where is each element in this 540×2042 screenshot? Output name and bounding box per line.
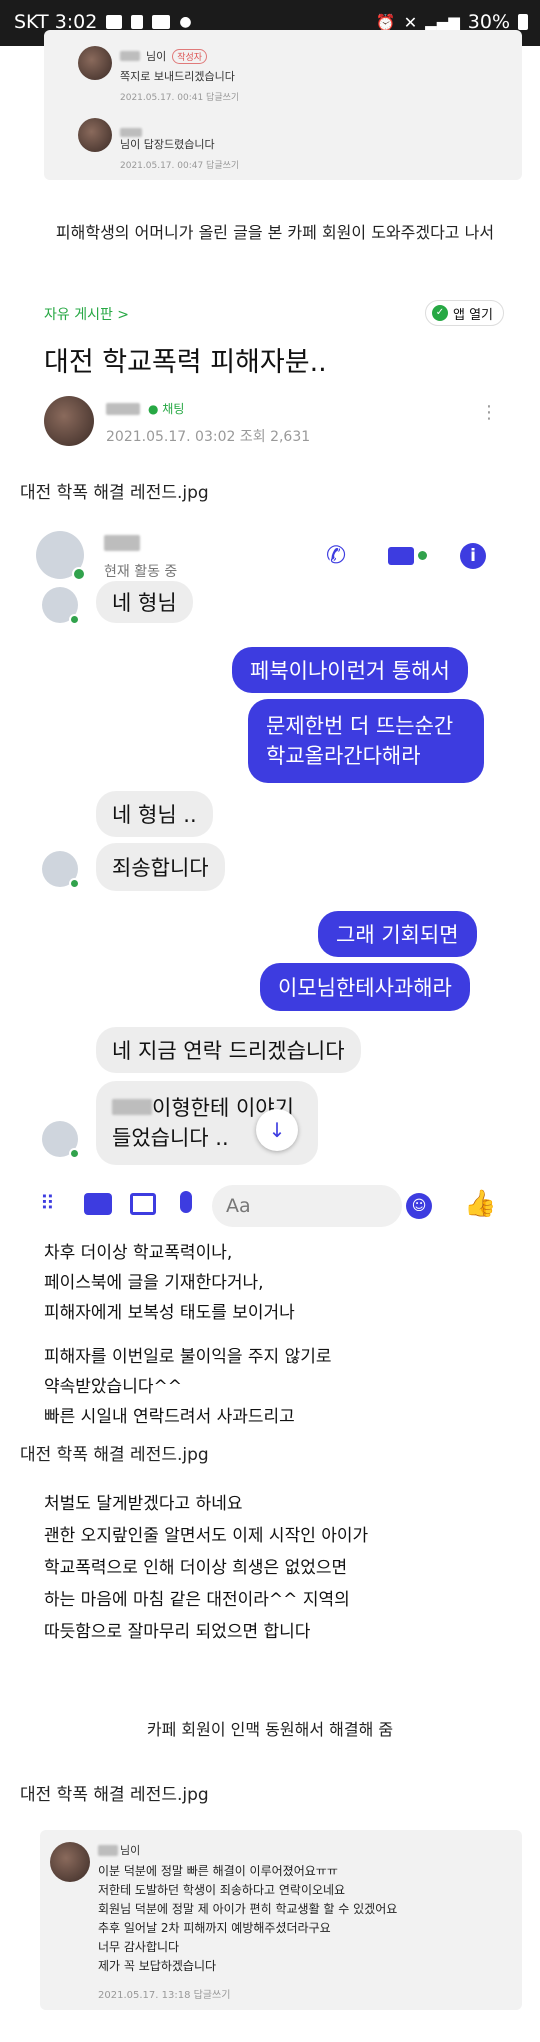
contact-name [104, 535, 140, 555]
image-caption: 대전 학폭 해결 레전드.jpg [20, 1445, 209, 1465]
comment-author: 님이 [146, 50, 167, 63]
online-indicator [69, 878, 80, 889]
compose-bar: ⠿ Aa ☺ 👍 [20, 1175, 520, 1235]
emoji-icon[interactable]: ☺ [406, 1193, 432, 1219]
message-bubble-out: 페북이나이런거 통해서 [232, 647, 468, 693]
message-input-placeholder: Aa [226, 1195, 251, 1217]
text-line: 따듯함으로 잘마무리 되었으면 합니다 [44, 1622, 311, 1642]
comment-text: 쪽지로 보내드리겠습니다 [120, 70, 235, 83]
blurred-name [98, 1844, 118, 1856]
comment-line: 이분 덕분에 정말 빠른 해결이 이루어졌어요ㅠㅠ [98, 1864, 338, 1878]
comment-text: 님이 답장드렸습니다 [120, 138, 215, 151]
post-meta: 2021.05.17. 03:02 조회 2,631 [106, 429, 311, 445]
microphone-icon[interactable] [180, 1191, 192, 1213]
battery-icon [518, 14, 528, 30]
gallery-icon [106, 15, 123, 29]
text-block-2: 처벌도 달게받겠다고 하네요 괜한 오지랖인줄 알면서도 이제 시작인 아이가 … [44, 1488, 514, 1648]
message-bubble-in: 네 형님 [96, 581, 193, 623]
message-bubble-in: 네 지금 연락 드리겠습니다 [96, 1027, 361, 1073]
message-bubble-out: 이모님한테사과해라 [260, 963, 470, 1011]
video-call-icon[interactable] [388, 547, 414, 565]
cafe-app-icon: ✓ [431, 305, 448, 321]
message-input[interactable]: Aa [212, 1185, 402, 1227]
message-line: 학교올라간다해라 [266, 744, 421, 768]
text-line: 약속받았습니다^^ [44, 1377, 182, 1397]
caption-2: 카페 회원이 인맥 동원해서 해결해 줌 [146, 1720, 394, 1739]
avatar [78, 118, 112, 152]
comment-header: 님이 [98, 1842, 140, 1858]
signal-icon: ▂▄▆ [425, 13, 460, 31]
author-avatar [44, 396, 94, 446]
blurred-name [120, 51, 140, 61]
text-line: 피해자에게 보복성 태도를 보이거나 [44, 1303, 295, 1323]
comment-box-top: 님이 작성자 쪽지로 보내드리겠습니다 2021.05.17. 00:41 답글… [44, 30, 522, 180]
message-bubble-out: 그래 기회되면 [318, 911, 477, 957]
messenger-screenshot: 현재 활동 중 ✆ i 네 형님 페북이나이런거 통해서 문제한번 더 뜨는순간… [20, 515, 520, 1235]
post-title: 대전 학교폭력 피해자분.. [44, 347, 327, 378]
online-indicator [69, 614, 80, 625]
comment-meta[interactable]: 2021.05.17. 00:41 답글쓰기 [120, 90, 239, 103]
call-icon[interactable]: ✆ [326, 541, 346, 569]
message-line: 문제한번 더 뜨는순간 [266, 714, 454, 738]
text-line: 처벌도 달게받겠다고 하네요 [44, 1494, 243, 1514]
like-icon[interactable]: 👍 [464, 1189, 496, 1219]
comment-line: 저한테 도발하던 학생이 죄송하다고 연락이오네요 [98, 1883, 346, 1897]
app-open-button[interactable]: ✓ 앱 열기 [424, 300, 504, 326]
chat-label: 채팅 [162, 402, 185, 416]
comment-text: 이분 덕분에 정말 빠른 해결이 이루어졌어요ㅠㅠ 저한테 도발하던 학생이 죄… [98, 1862, 397, 1976]
dot-icon: ● [179, 14, 192, 30]
image-caption: 대전 학폭 해결 레전드.jpg [20, 483, 209, 503]
message-line: 들었습니다 .. [112, 1126, 229, 1150]
image-icon[interactable] [130, 1193, 156, 1215]
blurred-name [112, 1099, 152, 1115]
comment-line: 추후 일어날 2차 피해까지 예방해주셨더라구요 [98, 1921, 331, 1935]
app-open-label: 앱 열기 [452, 307, 493, 323]
camera-icon[interactable] [84, 1193, 112, 1215]
board-link[interactable]: 자유 게시판 > [44, 304, 129, 324]
text-line: 괜한 오지랖인줄 알면서도 이제 시작인 아이가 [44, 1526, 369, 1546]
post-header: 자유 게시판 > ✓ 앱 열기 대전 학교폭력 피해자분.. ● 채팅 2021… [40, 298, 510, 448]
caption-main: 피해학생의 어머니가 올린 글을 본 카페 회원이 도와주겠다고 나서 [55, 223, 495, 242]
online-dot-icon [418, 551, 427, 560]
chat-badge[interactable]: ● 채팅 [148, 400, 184, 417]
text-line: 피해자를 이번일로 불이익을 주지 않기로 [44, 1347, 332, 1367]
comment-line: 너무 감사합니다 [98, 1940, 180, 1954]
comment-meta[interactable]: 2021.05.17. 13:18 답글쓰기 [98, 1986, 230, 2001]
online-indicator [69, 1148, 80, 1159]
blurred-name [104, 535, 140, 551]
youtube-icon [152, 15, 171, 29]
author-badge: 작성자 [172, 48, 208, 64]
more-icon[interactable]: ⋮ [480, 402, 498, 423]
comment-meta[interactable]: 2021.05.17. 00:47 답글쓰기 [120, 158, 239, 171]
text-block-1: 차후 더이상 학교폭력이나, 페이스북에 글을 기재한다거나, 피해자에게 보복… [44, 1238, 514, 1432]
comment-author: 님이 [120, 1844, 141, 1857]
author-row: ● 채팅 [106, 400, 184, 417]
alarm-icon: ⏰ [375, 12, 396, 32]
comment-line: 제가 꼭 보답하겠습니다 [98, 1959, 217, 1973]
image-caption: 대전 학폭 해결 레전드.jpg [20, 1785, 209, 1805]
message-bubble-out: 문제한번 더 뜨는순간 학교올라간다해라 [248, 699, 484, 783]
text-line: 학교폭력으로 인해 더이상 희생은 없었으면 [44, 1558, 348, 1578]
text-line: 페이스북에 글을 기재한다거나, [44, 1273, 264, 1293]
avatar [50, 1842, 90, 1882]
avatar [78, 46, 112, 80]
text-line: 차후 더이상 학교폭력이나, [44, 1243, 233, 1263]
blurred-name [106, 402, 140, 415]
text-line: 빠른 시일내 연락드려서 사과드리고 [44, 1407, 295, 1427]
online-indicator [72, 567, 86, 581]
menu-grid-icon[interactable]: ⠿ [40, 1191, 55, 1215]
comment-line: 회원님 덕분에 정말 제 아이가 편히 학교생활 할 수 있겠어요 [98, 1902, 398, 1916]
info-icon[interactable]: i [460, 543, 486, 569]
mute-icon: ✕ [403, 12, 418, 32]
text-line: 하는 마음에 마침 같은 대전이라^^ 지역의 [44, 1590, 350, 1610]
comment-header: 님이 작성자 [120, 48, 208, 64]
comment-box-bottom: 님이 이분 덕분에 정말 빠른 해결이 이루어졌어요ㅠㅠ 저한테 도발하던 학생… [40, 1830, 522, 2010]
notification-icon [131, 15, 144, 29]
scroll-down-button[interactable]: ↓ [256, 1109, 298, 1151]
message-bubble-in: 죄송합니다 [96, 843, 225, 891]
active-status: 현재 활동 중 [104, 564, 178, 580]
message-bubble-in: 네 형님 .. [96, 791, 213, 837]
